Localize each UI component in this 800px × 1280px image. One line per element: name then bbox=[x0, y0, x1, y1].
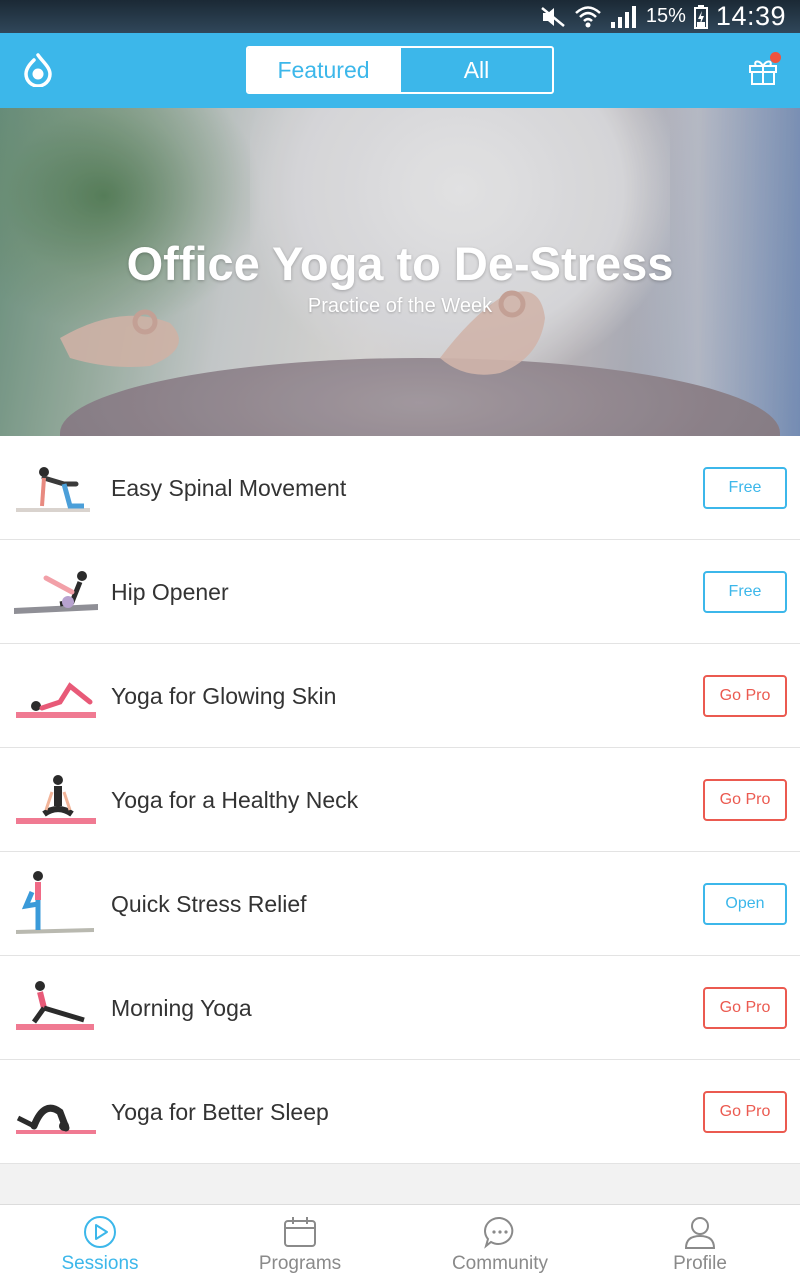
tab-profile[interactable]: Profile bbox=[600, 1205, 800, 1280]
session-title: Yoga for Better Sleep bbox=[111, 1099, 329, 1125]
tab-all[interactable]: All bbox=[399, 48, 552, 92]
session-thumbnail bbox=[16, 775, 96, 824]
go-pro-button[interactable]: Go Pro bbox=[703, 779, 787, 821]
free-button[interactable]: Free bbox=[703, 467, 787, 509]
tab-label: Community bbox=[451, 1253, 549, 1274]
session-thumbnail bbox=[14, 571, 98, 614]
hero-subtitle: Practice of the Week bbox=[307, 295, 493, 317]
session-row[interactable]: Yoga for a Healthy Neck Go Pro bbox=[0, 748, 800, 852]
battery-charging-icon bbox=[693, 4, 708, 29]
session-title: Hip Opener bbox=[111, 579, 229, 605]
session-row[interactable]: Yoga for Better Sleep Go Pro bbox=[0, 1060, 800, 1164]
wifi-icon bbox=[575, 5, 601, 27]
session-list: Easy Spinal Movement Free Hip Opener Fre… bbox=[0, 436, 800, 1164]
session-title: Easy Spinal Movement bbox=[111, 475, 347, 501]
tab-label: Sessions bbox=[61, 1253, 139, 1274]
session-row[interactable]: Yoga for Glowing Skin Go Pro bbox=[0, 644, 800, 748]
free-button[interactable]: Free bbox=[703, 571, 787, 613]
session-row[interactable]: Quick Stress Relief Open bbox=[0, 852, 800, 956]
tab-label: Programs bbox=[258, 1253, 342, 1274]
session-thumbnail bbox=[16, 1104, 96, 1134]
tab-community[interactable]: Community bbox=[400, 1205, 600, 1280]
session-row[interactable]: Hip Opener Free bbox=[0, 540, 800, 644]
session-thumbnail bbox=[16, 981, 94, 1030]
status-icons: 15% 14:39 bbox=[540, 0, 786, 33]
session-title: Yoga for Glowing Skin bbox=[111, 683, 337, 709]
go-pro-button[interactable]: Go Pro bbox=[703, 987, 787, 1029]
mute-icon bbox=[541, 6, 565, 27]
featured-banner[interactable]: Office Yoga to De-Stress Practice of the… bbox=[0, 108, 800, 436]
app-logo-drop-icon[interactable] bbox=[22, 53, 54, 87]
hero-title: Office Yoga to De-Stress bbox=[126, 237, 674, 290]
signal-icon bbox=[610, 5, 636, 28]
session-thumbnail bbox=[16, 871, 94, 934]
clock: 14:39 bbox=[715, 1, 786, 31]
person-icon bbox=[684, 1217, 716, 1249]
session-title: Morning Yoga bbox=[111, 995, 252, 1021]
tab-sessions[interactable]: Sessions bbox=[0, 1205, 200, 1280]
tab-label: Profile bbox=[673, 1253, 727, 1274]
session-row[interactable]: Morning Yoga Go Pro bbox=[0, 956, 800, 1060]
chat-bubble-icon bbox=[484, 1216, 514, 1249]
session-row[interactable]: Easy Spinal Movement Free bbox=[0, 436, 800, 540]
tab-featured[interactable]: Featured bbox=[248, 48, 399, 92]
session-title: Yoga for a Healthy Neck bbox=[111, 787, 359, 813]
session-thumbnail bbox=[16, 467, 90, 512]
go-pro-button[interactable]: Go Pro bbox=[703, 675, 787, 717]
battery-percent: 15% bbox=[645, 5, 686, 27]
tab-programs[interactable]: Programs bbox=[200, 1205, 400, 1280]
open-button[interactable]: Open bbox=[703, 883, 787, 925]
status-bar: 15% 14:39 bbox=[0, 0, 800, 33]
featured-all-toggle: Featured All bbox=[246, 46, 554, 94]
session-title: Quick Stress Relief bbox=[111, 891, 307, 917]
play-circle-icon bbox=[84, 1216, 116, 1248]
app-bar: Featured All bbox=[0, 33, 800, 108]
notification-dot bbox=[770, 52, 781, 63]
calendar-icon bbox=[284, 1217, 316, 1247]
bottom-navigation: Sessions Programs Community Profile bbox=[0, 1204, 800, 1280]
session-thumbnail bbox=[16, 682, 96, 718]
go-pro-button[interactable]: Go Pro bbox=[703, 1091, 787, 1133]
